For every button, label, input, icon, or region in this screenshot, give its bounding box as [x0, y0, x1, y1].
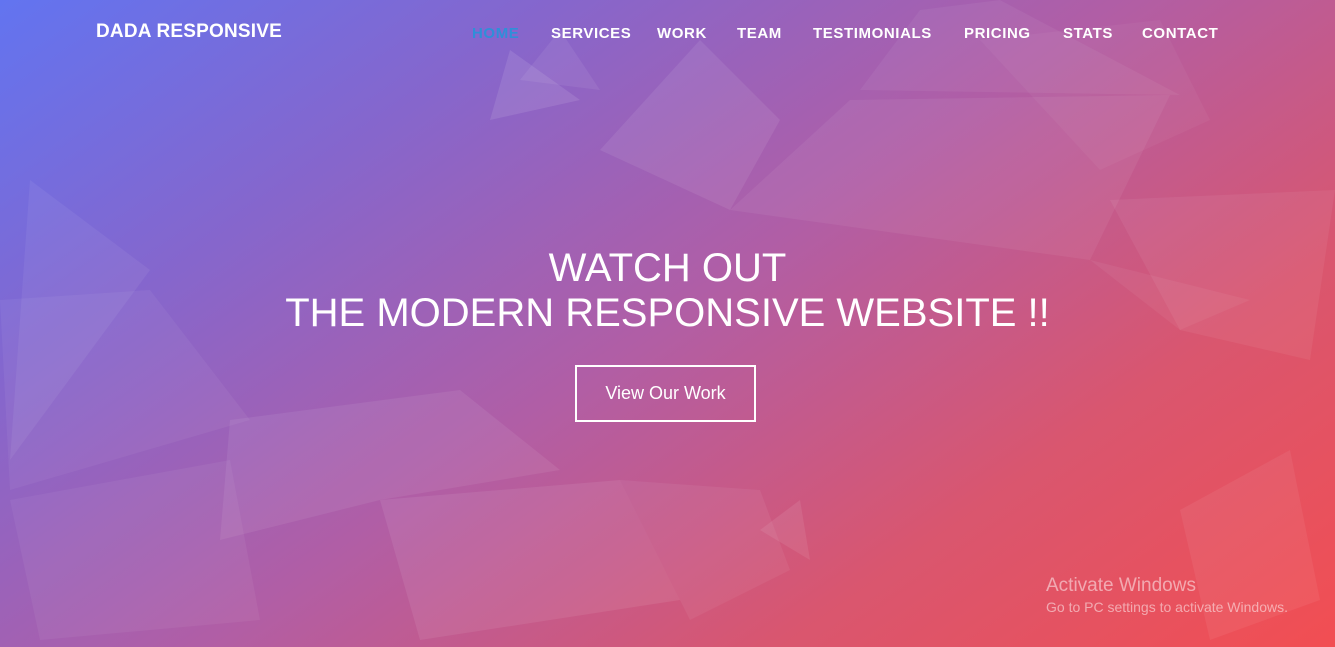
view-our-work-button[interactable]: View Our Work — [575, 365, 756, 422]
nav-menu: HOME SERVICES WORK TEAM TESTIMONIALS PRI… — [0, 25, 1335, 45]
hero-headline-line2: THE MODERN RESPONSIVE WEBSITE !! — [285, 291, 1050, 335]
nav-item-pricing[interactable]: PRICING — [964, 25, 1031, 42]
top-navbar: DADA RESPONSIVE HOME SERVICES WORK TEAM … — [0, 0, 1335, 66]
watermark-title: Activate Windows — [1046, 575, 1196, 596]
nav-item-work[interactable]: WORK — [657, 25, 707, 42]
nav-item-contact[interactable]: CONTACT — [1142, 25, 1218, 42]
nav-item-team[interactable]: TEAM — [737, 25, 782, 42]
watermark-subtitle: Go to PC settings to activate Windows. — [1046, 599, 1288, 615]
hero-headline: WATCH OUT THE MODERN RESPONSIVE WEBSITE … — [0, 246, 1335, 336]
nav-item-stats[interactable]: STATS — [1063, 25, 1113, 42]
nav-item-testimonials[interactable]: TESTIMONIALS — [813, 25, 932, 42]
hero-section: DADA RESPONSIVE HOME SERVICES WORK TEAM … — [0, 0, 1335, 647]
nav-item-home[interactable]: HOME — [472, 25, 519, 42]
activate-windows-watermark: Activate Windows Go to PC settings to ac… — [1046, 574, 1288, 617]
hero-headline-line1: WATCH OUT — [548, 246, 787, 290]
nav-item-services[interactable]: SERVICES — [551, 25, 631, 42]
bg-polygon — [10, 460, 260, 640]
